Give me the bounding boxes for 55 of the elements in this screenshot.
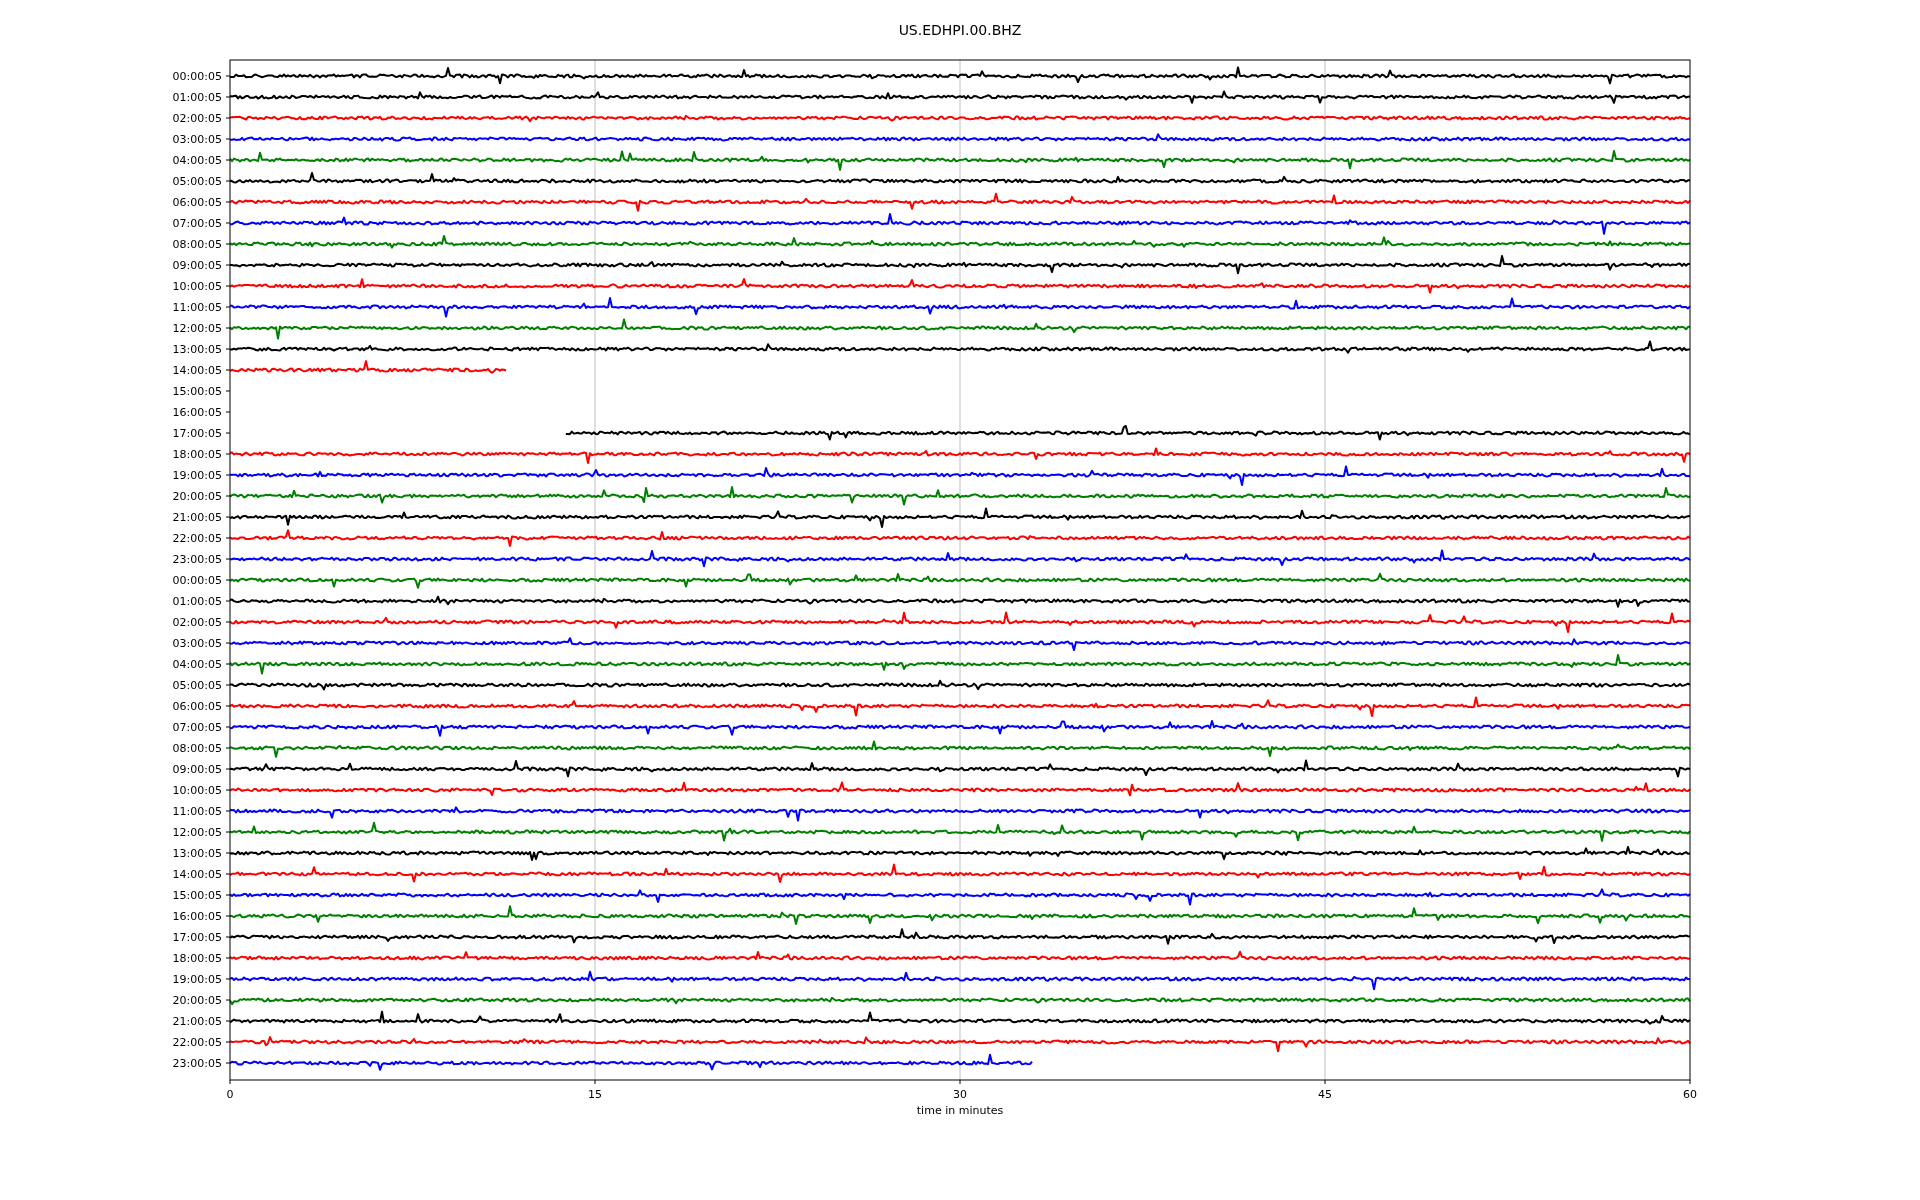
y-tick-label: 08:00:05 xyxy=(172,238,222,251)
y-tick-label: 00:00:05 xyxy=(172,70,222,83)
y-tick-label: 20:00:05 xyxy=(172,490,222,503)
y-tick-label: 01:00:05 xyxy=(172,91,222,104)
x-tick-label: 45 xyxy=(1318,1088,1332,1101)
y-tick-label: 03:00:05 xyxy=(172,637,222,650)
y-tick-label: 14:00:05 xyxy=(172,868,222,881)
y-tick-label: 14:00:05 xyxy=(172,364,222,377)
y-tick-label: 16:00:05 xyxy=(172,406,222,419)
y-tick-label: 19:00:05 xyxy=(172,469,222,482)
x-tick-label: 15 xyxy=(588,1088,602,1101)
y-tick-label: 02:00:05 xyxy=(172,112,222,125)
y-tick-label: 11:00:05 xyxy=(172,805,222,818)
y-tick-label: 03:00:05 xyxy=(172,133,222,146)
y-tick-label: 04:00:05 xyxy=(172,658,222,671)
y-tick-label: 09:00:05 xyxy=(172,763,222,776)
y-tick-label: 22:00:05 xyxy=(172,532,222,545)
y-tick-label: 17:00:05 xyxy=(172,427,222,440)
plot-title: US.EDHPI.00.BHZ xyxy=(898,22,1022,38)
y-tick-label: 05:00:05 xyxy=(172,175,222,188)
y-tick-label: 15:00:05 xyxy=(172,889,222,902)
y-tick-label: 20:00:05 xyxy=(172,994,222,1007)
y-tick-label: 04:00:05 xyxy=(172,154,222,167)
x-tick-label: 60 xyxy=(1683,1088,1697,1101)
y-tick-label: 07:00:05 xyxy=(172,217,222,230)
y-tick-label: 05:00:05 xyxy=(172,679,222,692)
axis-label: time in minutes xyxy=(916,1104,1004,1117)
x-tick-label: 0 xyxy=(226,1088,234,1101)
y-tick-label: 12:00:05 xyxy=(172,826,222,839)
y-tick-label: 21:00:05 xyxy=(172,511,222,524)
y-tick-label: 08:00:05 xyxy=(172,742,222,755)
x-tick-label: 30 xyxy=(953,1088,967,1101)
y-tick-label: 10:00:05 xyxy=(172,784,222,797)
y-tick-label: 19:00:05 xyxy=(172,973,222,986)
y-tick-label: 13:00:05 xyxy=(172,343,222,356)
y-tick-label: 21:00:05 xyxy=(172,1015,222,1028)
y-tick-label: 10:00:05 xyxy=(172,280,222,293)
y-tick-label: 00:00:05 xyxy=(172,574,222,587)
y-tick-label: 15:00:05 xyxy=(172,385,222,398)
y-tick-label: 23:00:05 xyxy=(172,553,222,566)
y-tick-label: 02:00:05 xyxy=(172,616,222,629)
y-tick-label: 18:00:05 xyxy=(172,448,222,461)
y-tick-label: 16:00:05 xyxy=(172,910,222,923)
y-tick-label: 13:00:05 xyxy=(172,847,222,860)
y-tick-label: 22:00:05 xyxy=(172,1036,222,1049)
y-tick-label: 12:00:05 xyxy=(172,322,222,335)
y-tick-label: 09:00:05 xyxy=(172,259,222,272)
y-tick-label: 18:00:05 xyxy=(172,952,222,965)
y-tick-label: 07:00:05 xyxy=(172,721,222,734)
y-tick-label: 01:00:05 xyxy=(172,595,222,608)
y-tick-label: 06:00:05 xyxy=(172,700,222,713)
y-tick-label: 11:00:05 xyxy=(172,301,222,314)
y-tick-label: 23:00:05 xyxy=(172,1057,222,1070)
y-tick-label: 17:00:05 xyxy=(172,931,222,944)
y-tick-label: 06:00:05 xyxy=(172,196,222,209)
